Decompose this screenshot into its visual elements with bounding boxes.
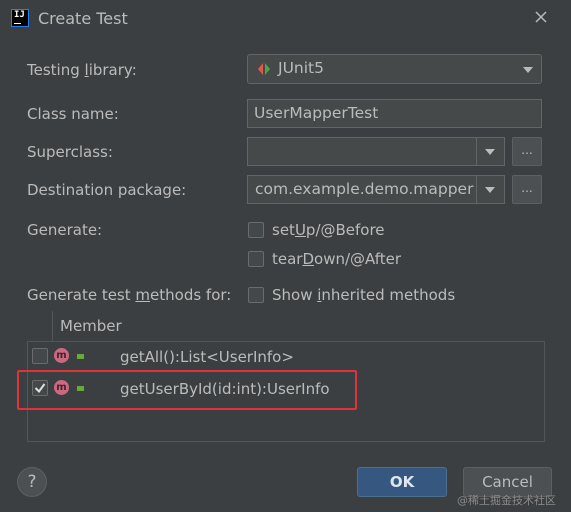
method-icon: m: [54, 348, 69, 363]
chevron-down-icon: [485, 149, 495, 155]
destination-package-label: Destination package:: [27, 181, 187, 199]
chevron-down-icon: [523, 67, 533, 73]
watermark: @稀土掘金技术社区: [457, 494, 556, 507]
member-column-header[interactable]: Member: [60, 317, 122, 335]
generate-label: Generate:: [27, 221, 103, 239]
lock-icon: [77, 354, 84, 359]
methods-for-label: Generate test methods for:: [27, 286, 232, 304]
close-icon[interactable]: [533, 9, 549, 25]
testing-library-value: JUnit5: [278, 59, 324, 77]
dialog-title: Create Test: [38, 9, 128, 28]
help-button[interactable]: ?: [17, 467, 47, 497]
class-name-label: Class name:: [27, 105, 119, 123]
destination-package-dropdown-toggle[interactable]: [476, 176, 504, 203]
destination-package-browse-button[interactable]: ...: [512, 175, 542, 204]
superclass-browse-button[interactable]: ...: [512, 137, 542, 166]
teardown-label: tearDown/@After: [272, 250, 402, 268]
setup-label: setUp/@Before: [272, 221, 385, 239]
intellij-icon: IJ: [11, 9, 29, 27]
class-name-input[interactable]: UserMapperTest: [247, 99, 542, 128]
testing-library-dropdown[interactable]: JUnit5: [247, 54, 542, 84]
superclass-input[interactable]: [247, 137, 505, 166]
show-inherited-checkbox[interactable]: [248, 287, 264, 303]
show-inherited-label: Show inherited methods: [272, 286, 456, 304]
header-divider: [52, 311, 53, 341]
ok-button[interactable]: OK: [357, 467, 447, 497]
testing-library-label: Testing library:: [27, 61, 137, 79]
setup-checkbox[interactable]: [248, 222, 264, 238]
junit-icon: [258, 63, 270, 75]
highlight-box: [17, 370, 357, 410]
superclass-dropdown-toggle[interactable]: [476, 138, 504, 165]
row-checkbox[interactable]: [32, 348, 48, 364]
chevron-down-icon: [485, 187, 495, 193]
destination-package-value: com.example.demo.mapper: [255, 180, 474, 198]
teardown-checkbox[interactable]: [248, 251, 264, 267]
row-method-name: getAll():List<UserInfo>: [120, 348, 294, 366]
destination-package-input[interactable]: com.example.demo.mapper: [247, 175, 505, 204]
superclass-label: Superclass:: [27, 143, 113, 161]
